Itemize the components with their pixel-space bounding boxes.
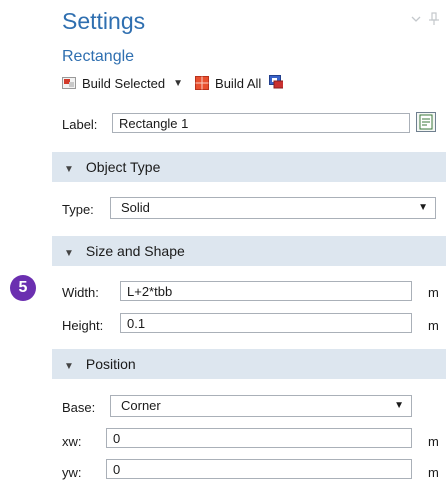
yw-input[interactable]: 0 (106, 459, 412, 479)
xw-label: xw: (62, 434, 82, 449)
build-selected-icon (62, 77, 76, 89)
build-geometry-button[interactable] (269, 74, 284, 92)
chevron-down-icon: ▼ (418, 202, 428, 213)
xw-unit: m (428, 434, 439, 449)
base-label: Base: (62, 400, 96, 415)
build-all-label: Build All (215, 75, 262, 91)
chevron-down-icon: ▼ (394, 400, 404, 411)
yw-label: yw: (62, 465, 82, 480)
label-field-label: Label: (62, 117, 98, 132)
section-size-and-shape[interactable]: ▼ Size and Shape (52, 236, 446, 266)
build-geometry-icon (269, 74, 284, 88)
build-toolbar: Build Selected ▼ Build All (62, 72, 284, 94)
width-input[interactable]: L+2*tbb (120, 281, 412, 301)
section-title: Object Type (85, 159, 161, 175)
build-all-button[interactable]: Build All (195, 76, 261, 91)
settings-panel: Settings Rectangle Build Selected ▼ Buil… (52, 0, 446, 485)
base-select-value: Corner (121, 398, 161, 413)
build-all-icon (195, 76, 210, 90)
section-position[interactable]: ▼ Position (52, 349, 446, 379)
collapse-triangle-icon: ▼ (64, 361, 74, 372)
label-input[interactable]: Rectangle 1 (112, 113, 410, 133)
type-label: Type: (62, 202, 94, 217)
type-select[interactable]: Solid ▼ (110, 197, 436, 219)
base-select[interactable]: Corner ▼ (110, 395, 412, 417)
xw-input[interactable]: 0 (106, 428, 412, 448)
step-number-badge: 5 (10, 275, 36, 301)
collapse-triangle-icon: ▼ (64, 164, 74, 175)
edit-note-icon (419, 114, 433, 130)
build-selected-label: Build Selected (82, 75, 166, 91)
collapse-triangle-icon: ▼ (64, 248, 74, 259)
width-unit: m (428, 285, 439, 300)
chevron-down-icon[interactable]: ▼ (173, 78, 183, 89)
height-input[interactable]: 0.1 (120, 313, 412, 333)
node-subtitle: Rectangle (62, 48, 135, 65)
section-title: Position (85, 356, 136, 372)
type-select-value: Solid (121, 200, 150, 215)
window-controls (406, 12, 446, 26)
section-object-type[interactable]: ▼ Object Type (52, 152, 446, 182)
width-label: Width: (62, 285, 99, 300)
edit-label-button[interactable] (416, 112, 436, 132)
build-selected-button[interactable]: Build Selected (62, 76, 165, 91)
section-title: Size and Shape (85, 243, 185, 259)
height-label: Height: (62, 318, 104, 333)
pin-icon[interactable] (406, 12, 446, 26)
yw-unit: m (428, 465, 439, 480)
height-unit: m (428, 318, 439, 333)
page-title: Settings (62, 8, 146, 34)
